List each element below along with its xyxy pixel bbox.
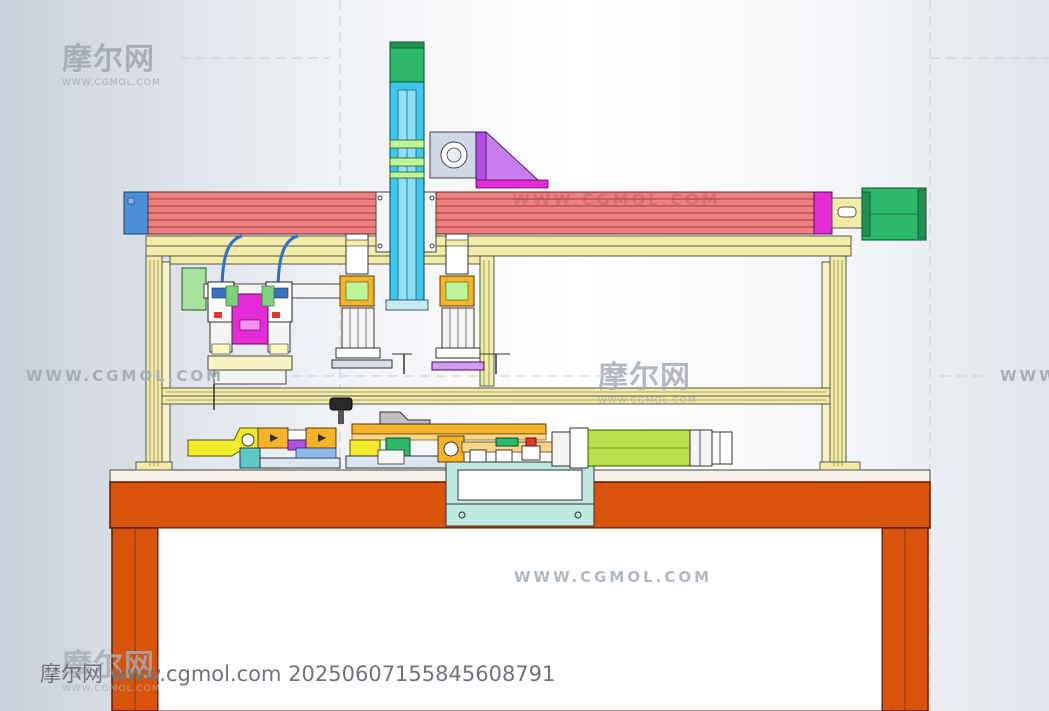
watermark-url-bottom: WWW.CGMOL.COM — [514, 568, 712, 586]
machine-drawing: WWW.CGMOL.COM WWW.CGMOL.COM WWW.CGMOL.CO… — [26, 0, 1049, 711]
watermark-logo-center: 摩尔网 WWW.CGMOL.COM — [598, 352, 697, 406]
watermark-logo-sub: WWW.CGMOL.COM — [598, 396, 697, 406]
footer-credit: 摩尔网 www.cgmol.com 20250607155845608791 — [40, 662, 556, 686]
x-axis-servo-motor — [861, 187, 927, 241]
watermark-url-right: WWW.CGMOL.COM — [1000, 367, 1049, 385]
gantry-beam — [123, 191, 863, 235]
motor-bracket — [429, 131, 549, 189]
watermark-url-top: WWW.CGMOL.COM — [512, 190, 721, 209]
watermark-logo-text: 摩尔网 — [598, 360, 691, 395]
watermark-logo-sub: WWW.CGMOL.COM — [62, 78, 161, 88]
watermark-url-left: WWW.CGMOL.COM — [26, 367, 224, 385]
beam-end-cap-left — [123, 191, 149, 235]
z-axis-module — [375, 41, 437, 311]
watermark-logo-text: 摩尔网 — [62, 42, 155, 77]
beam-end-cap-right — [813, 191, 833, 235]
watermark-logo-top-left: 摩尔网 WWW.CGMOL.COM — [62, 34, 161, 88]
fixture-assembly — [187, 397, 733, 469]
